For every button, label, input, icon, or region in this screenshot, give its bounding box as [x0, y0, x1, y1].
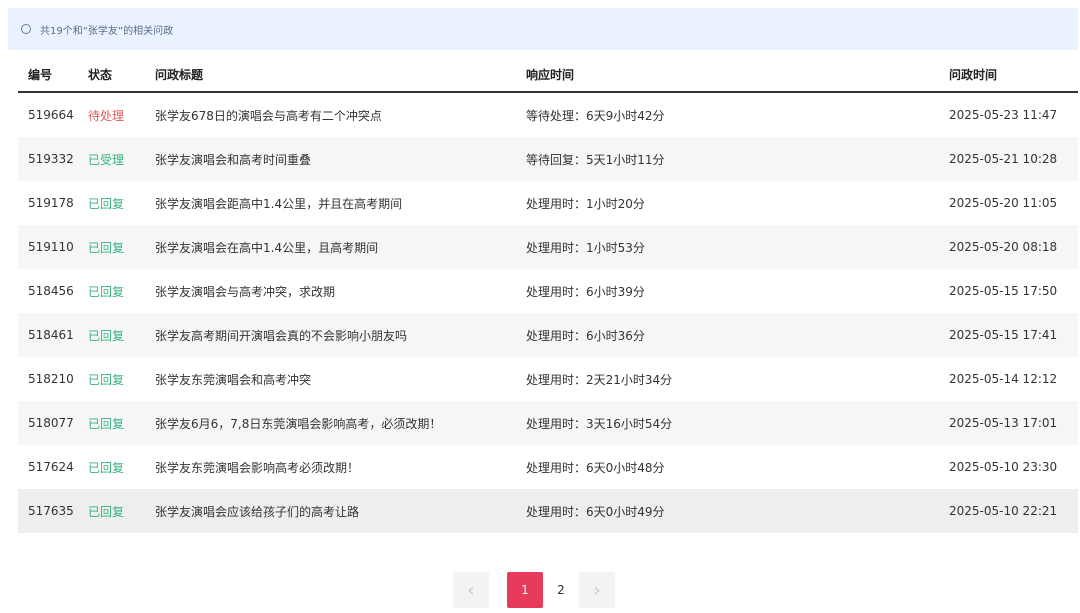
row-inquiry-time: 2025-05-23 11:47	[949, 108, 1058, 122]
row-title-link[interactable]: 张学友演唱会在高中1.4公里，且高考期间	[155, 239, 526, 256]
table-row[interactable]: 518210 已回复 张学友东莞演唱会和高考冲突 处理用时：2天21小时34分 …	[18, 357, 1078, 401]
row-id: 518456	[28, 284, 74, 298]
row-inquiry-time: 2025-05-20 11:05	[949, 196, 1058, 210]
row-response-time: 处理用时：6小时39分	[526, 284, 645, 299]
table-header: 编号 状态 问政标题 响应时间 问政时间	[18, 57, 1078, 93]
row-status: 已回复	[88, 372, 125, 387]
row-status: 已回复	[88, 328, 125, 343]
row-status: 已回复	[88, 284, 125, 299]
header-inquiry-time: 问政时间	[949, 67, 998, 82]
table-row[interactable]: 518077 已回复 张学友6月6，7,8日东莞演唱会影响高考，必须改期！ 处理…	[18, 401, 1078, 445]
table-row[interactable]: 517624 已回复 张学友东莞演唱会影响高考必须改期！ 处理用时：6天0小时4…	[18, 445, 1078, 489]
row-status: 已回复	[88, 240, 125, 255]
row-inquiry-time: 2025-05-20 08:18	[949, 240, 1058, 254]
row-title-link[interactable]: 张学友演唱会距高中1.4公里，并且在高考期间	[155, 195, 526, 212]
row-title-link[interactable]: 张学友东莞演唱会和高考冲突	[155, 371, 526, 388]
table-row[interactable]: 518456 已回复 张学友演唱会与高考冲突，求改期 处理用时：6小时39分 2…	[18, 269, 1078, 313]
row-response-time: 处理用时：6小时36分	[526, 328, 645, 343]
table-row[interactable]: 519332 已受理 张学友演唱会和高考时间重叠 等待回复：5天1小时11分 2…	[18, 137, 1078, 181]
row-id: 517624	[28, 460, 74, 474]
table-row[interactable]: 518461 已回复 张学友高考期间开演唱会真的不会影响小朋友吗 处理用时：6小…	[18, 313, 1078, 357]
pagination: ‹ 1 2 ›	[453, 572, 615, 608]
row-response-time: 等待回复：5天1小时11分	[526, 152, 665, 167]
search-summary-banner: 共19个和“张学友”的相关问政	[8, 8, 1078, 50]
search-icon	[21, 24, 31, 34]
row-id: 518210	[28, 372, 74, 386]
row-id: 518077	[28, 416, 74, 430]
page-1-button[interactable]: 1	[507, 572, 543, 608]
row-title-link[interactable]: 张学友东莞演唱会影响高考必须改期！	[155, 459, 526, 476]
header-title: 问政标题	[155, 67, 204, 82]
table-row[interactable]: 517635 已回复 张学友演唱会应该给孩子们的高考让路 处理用时：6天0小时4…	[18, 489, 1078, 533]
row-status: 已回复	[88, 416, 125, 431]
row-response-time: 处理用时：6天0小时49分	[526, 504, 665, 519]
row-id: 519110	[28, 240, 74, 254]
row-response-time: 处理用时：2天21小时34分	[526, 372, 673, 387]
row-inquiry-time: 2025-05-10 23:30	[949, 460, 1058, 474]
row-title-link[interactable]: 张学友演唱会与高考冲突，求改期	[155, 283, 526, 300]
row-inquiry-time: 2025-05-15 17:50	[949, 284, 1058, 298]
row-inquiry-time: 2025-05-15 17:41	[949, 328, 1058, 342]
row-response-time: 等待处理：6天9小时42分	[526, 108, 665, 123]
table-row[interactable]: 519664 待处理 张学友678日的演唱会与高考有二个冲突点 等待处理：6天9…	[18, 93, 1078, 137]
row-status: 已回复	[88, 196, 125, 211]
row-title-link[interactable]: 张学友678日的演唱会与高考有二个冲突点	[155, 107, 526, 124]
row-status: 已回复	[88, 504, 125, 519]
row-response-time: 处理用时：3天16小时54分	[526, 416, 673, 431]
row-title-link[interactable]: 张学友6月6，7,8日东莞演唱会影响高考，必须改期！	[155, 415, 526, 432]
row-response-time: 处理用时：1小时53分	[526, 240, 645, 255]
chevron-left-icon: ‹	[467, 579, 475, 601]
row-status: 待处理	[88, 108, 125, 123]
row-status: 已受理	[88, 152, 125, 167]
search-summary-text: 共19个和“张学友”的相关问政	[40, 25, 174, 37]
row-status: 已回复	[88, 460, 125, 475]
row-response-time: 处理用时：6天0小时48分	[526, 460, 665, 475]
header-status: 状态	[88, 67, 113, 82]
prev-page-button[interactable]: ‹	[453, 572, 489, 608]
row-title-link[interactable]: 张学友高考期间开演唱会真的不会影响小朋友吗	[155, 327, 526, 344]
row-response-time: 处理用时：1小时20分	[526, 196, 645, 211]
chevron-right-icon: ›	[593, 579, 601, 601]
page-2-button[interactable]: 2	[543, 572, 579, 608]
header-id: 编号	[28, 67, 53, 82]
next-page-button[interactable]: ›	[579, 572, 615, 608]
row-id: 519332	[28, 152, 74, 166]
row-id: 517635	[28, 504, 74, 518]
table-row[interactable]: 519110 已回复 张学友演唱会在高中1.4公里，且高考期间 处理用时：1小时…	[18, 225, 1078, 269]
row-inquiry-time: 2025-05-21 10:28	[949, 152, 1058, 166]
row-id: 518461	[28, 328, 74, 342]
row-title-link[interactable]: 张学友演唱会应该给孩子们的高考让路	[155, 503, 526, 520]
row-id: 519178	[28, 196, 74, 210]
row-id: 519664	[28, 108, 74, 122]
row-inquiry-time: 2025-05-13 17:01	[949, 416, 1058, 430]
inquiry-table: 编号 状态 问政标题 响应时间 问政时间 519664 待处理 张学友678日的…	[18, 57, 1078, 533]
table-row[interactable]: 519178 已回复 张学友演唱会距高中1.4公里，并且在高考期间 处理用时：1…	[18, 181, 1078, 225]
row-inquiry-time: 2025-05-14 12:12	[949, 372, 1058, 386]
row-title-link[interactable]: 张学友演唱会和高考时间重叠	[155, 151, 526, 168]
row-inquiry-time: 2025-05-10 22:21	[949, 504, 1058, 518]
header-response-time: 响应时间	[526, 67, 575, 82]
